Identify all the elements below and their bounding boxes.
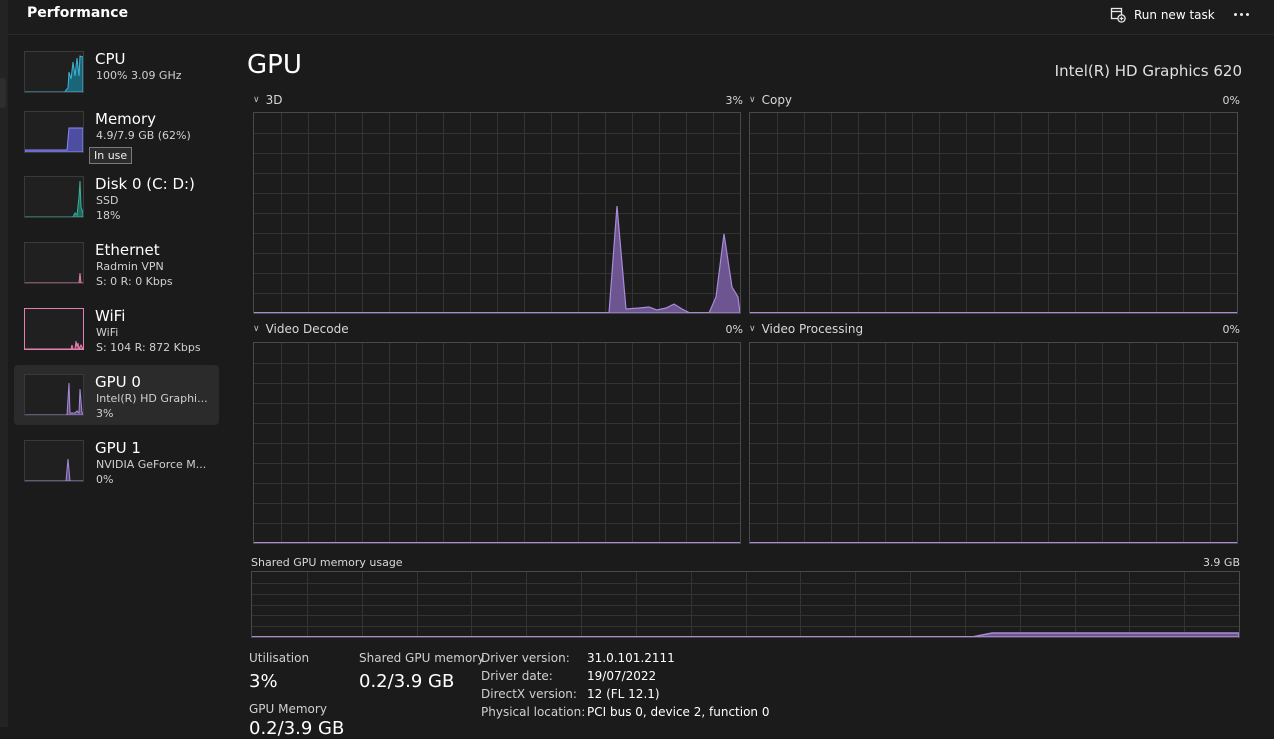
- sidebar-item-detail: Radmin VPN: [96, 260, 164, 273]
- driver-version-value: 31.0.101.2111: [587, 651, 675, 665]
- graph-video-processing-grid: [750, 343, 1237, 543]
- gpu-memory-value: 0.2/3.9 GB: [249, 718, 345, 739]
- ethernet-thumbnail-graph: [24, 242, 84, 284]
- engine-label: Video Decode: [265, 322, 349, 336]
- engine-selector-video-decode[interactable]: ∨ Video Decode: [253, 322, 349, 336]
- graph-video-processing: [749, 342, 1238, 544]
- sidebar-item-gpu-1[interactable]: GPU 1 NVIDIA GeForce M... 0%: [14, 431, 219, 491]
- more-options-dot: [1245, 12, 1249, 16]
- engine-label: Copy: [761, 93, 793, 107]
- engine-selector-video-processing[interactable]: ∨ Video Processing: [749, 322, 863, 336]
- graph-3d-usage-area: [254, 205, 740, 313]
- title-bar: Performance Run new task: [8, 0, 1274, 35]
- engine-selector-copy[interactable]: ∨ Copy: [749, 93, 792, 107]
- sidebar-item-name: GPU 0: [95, 373, 141, 391]
- chevron-down-icon: ∨: [749, 324, 756, 334]
- memory-thumbnail-graph: [24, 111, 84, 153]
- sidebar-item-name: Ethernet: [95, 241, 160, 259]
- utilisation-value: 3%: [249, 671, 278, 692]
- chevron-down-icon: ∨: [253, 324, 260, 334]
- utilisation-label: Utilisation: [249, 651, 310, 665]
- shared-memory-graph-label: Shared GPU memory usage: [251, 556, 403, 569]
- sidebar-item-value: S: 104 R: 872 Kbps: [96, 341, 201, 354]
- more-options-icon: [1233, 12, 1237, 16]
- engine-label: Video Processing: [761, 322, 864, 336]
- directx-version-value: 12 (FL 12.1): [587, 687, 660, 701]
- run-task-icon: [1110, 7, 1126, 23]
- run-new-task-button[interactable]: Run new task: [1104, 3, 1221, 27]
- sidebar-item-name: CPU: [95, 50, 126, 68]
- graph-copy: [749, 112, 1238, 314]
- graph-3d: [253, 112, 741, 314]
- wifi-thumbnail-svg: [25, 340, 83, 349]
- sidebar-item-detail: 100% 3.09 GHz: [96, 69, 182, 82]
- shared-memory-graph-max: 3.9 GB: [1202, 556, 1240, 569]
- sidebar-item-value: 3%: [96, 407, 114, 420]
- graph-shared-memory: [251, 571, 1240, 638]
- graph-shared-memory-usage-area: [252, 632, 1239, 637]
- sidebar-item-value: S: 0 R: 0 Kbps: [96, 275, 173, 288]
- gpu-memory-label: GPU Memory: [249, 702, 327, 716]
- more-options-dot: [1239, 12, 1243, 16]
- driver-version-label: Driver version:: [481, 651, 570, 665]
- chevron-down-icon: ∨: [749, 95, 756, 105]
- sidebar-item-ethernet[interactable]: Ethernet Radmin VPN S: 0 R: 0 Kbps: [14, 233, 219, 293]
- sidebar-item-disk[interactable]: Disk 0 (C: D:) SSD 18%: [14, 167, 219, 227]
- cpu-thumbnail-graph: [24, 51, 84, 93]
- sidebar-item-cpu[interactable]: CPU 100% 3.09 GHz: [14, 42, 219, 102]
- page-title: Performance: [27, 5, 129, 21]
- engine-percent: 3%: [725, 94, 743, 107]
- sidebar-item-name: WiFi: [95, 307, 126, 325]
- cpu-thumbnail-svg: [25, 55, 83, 92]
- directx-version-label: DirectX version:: [481, 687, 577, 701]
- disk-thumbnail-graph: [24, 176, 84, 218]
- sidebar-item-wifi[interactable]: WiFi WiFi S: 104 R: 872 Kbps: [14, 299, 219, 359]
- sidebar-item-value: 0%: [96, 473, 114, 486]
- driver-date-label: Driver date:: [481, 669, 553, 683]
- sidebar-item-gpu-0[interactable]: GPU 0 Intel(R) HD Graphi... 3%: [14, 365, 219, 425]
- nav-handle[interactable]: [0, 78, 6, 108]
- shared-memory-label: Shared GPU memory: [359, 651, 485, 665]
- memory-thumbnail-svg: [25, 127, 83, 152]
- sidebar-item-detail: Intel(R) HD Graphi...: [96, 392, 208, 405]
- adapter-name: Intel(R) HD Graphics 620: [1054, 62, 1242, 80]
- graph-copy-grid: [750, 113, 1237, 313]
- more-options-button[interactable]: [1228, 4, 1254, 24]
- engine-label: 3D: [265, 93, 283, 107]
- physical-location-label: Physical location:: [481, 705, 586, 719]
- driver-date-value: 19/07/2022: [587, 669, 657, 683]
- chevron-down-icon: ∨: [253, 95, 260, 105]
- in-use-tooltip: In use: [89, 147, 133, 164]
- engine-percent: 0%: [725, 323, 743, 336]
- physical-location-value: PCI bus 0, device 2, function 0: [587, 705, 770, 719]
- engine-percent: 0%: [1222, 323, 1240, 336]
- gpu1-thumbnail-svg: [25, 458, 83, 481]
- run-task-label: Run new task: [1134, 8, 1215, 22]
- sidebar-item-detail: 4.9/7.9 GB (62%): [96, 129, 191, 142]
- ethernet-thumbnail-svg: [25, 272, 83, 283]
- sidebar-item-name: Memory: [95, 110, 157, 128]
- graph-video-decode: [253, 342, 741, 544]
- gpu0-thumbnail-graph: [24, 374, 84, 416]
- sidebar-item-name: GPU 1: [95, 439, 141, 457]
- sidebar-item-detail: NVIDIA GeForce M...: [96, 458, 207, 471]
- wifi-thumbnail-graph: [24, 308, 84, 350]
- gpu1-thumbnail-graph: [24, 440, 84, 482]
- sidebar-item-value: 18%: [96, 209, 121, 222]
- window-left-edge: [0, 0, 8, 727]
- sidebar-item-detail: SSD: [96, 194, 119, 207]
- gpu0-thumbnail-svg: [25, 382, 83, 415]
- sidebar-item-detail: WiFi: [96, 326, 119, 339]
- sidebar-item-name: Disk 0 (C: D:): [95, 175, 195, 193]
- shared-memory-value: 0.2/3.9 GB: [359, 671, 455, 692]
- engine-selector-3d[interactable]: ∨ 3D: [253, 93, 282, 107]
- graph-video-decode-grid: [254, 343, 740, 543]
- disk-thumbnail-svg: [25, 180, 83, 217]
- gpu-heading: GPU: [247, 50, 302, 80]
- engine-percent: 0%: [1222, 94, 1240, 107]
